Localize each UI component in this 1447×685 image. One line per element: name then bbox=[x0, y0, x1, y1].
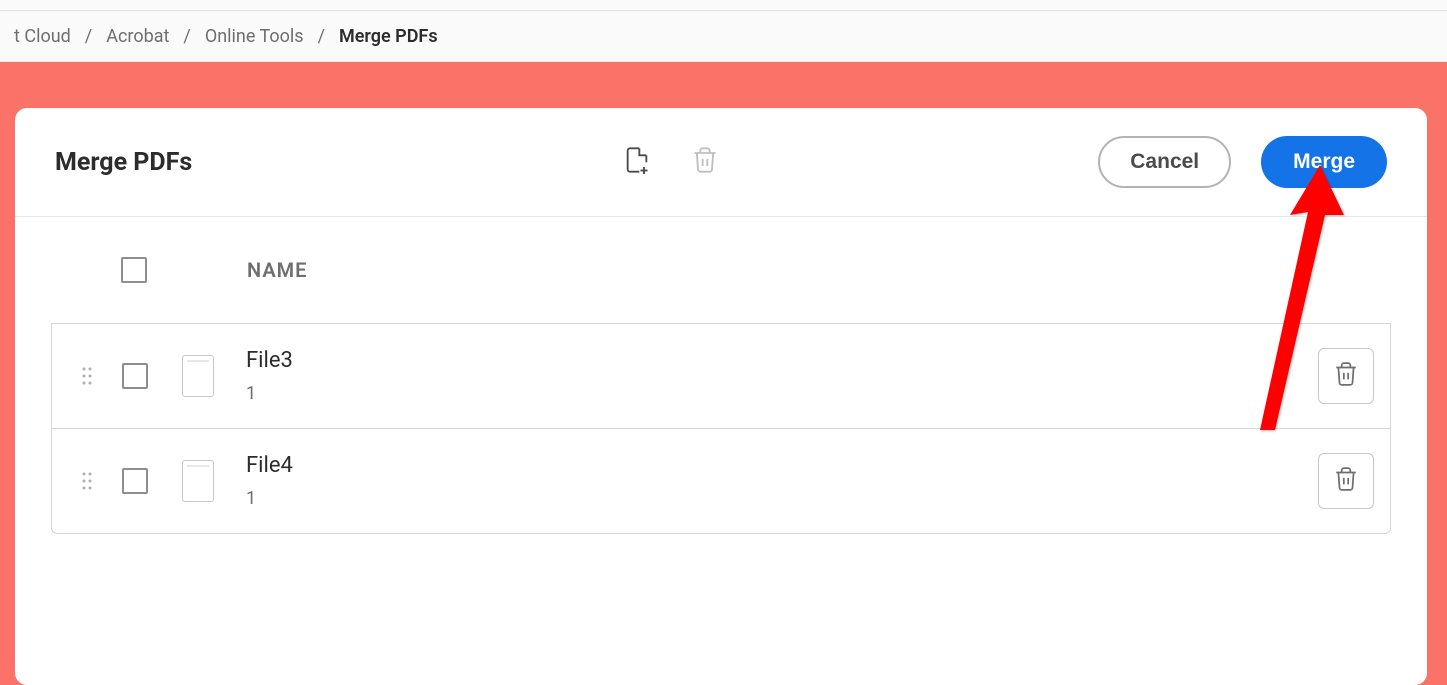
page-background: Merge PDFs bbox=[0, 62, 1447, 685]
breadcrumb-separator: / bbox=[318, 26, 325, 47]
file-list-area: NAME File3 1 bbox=[15, 217, 1427, 534]
breadcrumb-separator: / bbox=[183, 26, 190, 47]
panel-header: Merge PDFs bbox=[15, 108, 1427, 217]
breadcrumb-link-online-tools[interactable]: Online Tools bbox=[191, 26, 318, 47]
breadcrumb-link-cloud[interactable]: t Cloud bbox=[0, 26, 85, 47]
delete-file-button[interactable] bbox=[1318, 348, 1374, 404]
file-list-header: NAME bbox=[51, 257, 1391, 323]
file-row[interactable]: File4 1 bbox=[51, 429, 1391, 534]
breadcrumb-current: Merge PDFs bbox=[325, 26, 452, 47]
cancel-button[interactable]: Cancel bbox=[1098, 136, 1231, 188]
drag-handle-icon[interactable] bbox=[80, 367, 94, 385]
file-info: File3 1 bbox=[246, 348, 1318, 404]
file-info: File4 1 bbox=[246, 453, 1318, 509]
drag-handle-icon[interactable] bbox=[80, 472, 94, 490]
merge-button[interactable]: Merge bbox=[1261, 136, 1387, 188]
file-name: File4 bbox=[246, 453, 1318, 478]
breadcrumb: t Cloud / Acrobat / Online Tools / Merge… bbox=[0, 11, 1447, 62]
file-thumbnail-icon bbox=[182, 355, 214, 397]
trash-icon bbox=[1333, 361, 1359, 391]
breadcrumb-separator: / bbox=[85, 26, 92, 47]
tab-bar-strip bbox=[0, 0, 1447, 11]
file-name: File3 bbox=[246, 348, 1318, 373]
file-checkbox[interactable] bbox=[122, 468, 148, 494]
header-actions: Cancel Merge bbox=[1098, 136, 1387, 188]
page-title: Merge PDFs bbox=[55, 148, 192, 177]
file-row[interactable]: File3 1 bbox=[51, 323, 1391, 429]
trash-icon bbox=[1333, 466, 1359, 496]
file-thumbnail-icon bbox=[182, 460, 214, 502]
file-page-count: 1 bbox=[246, 488, 1318, 509]
breadcrumb-link-acrobat[interactable]: Acrobat bbox=[92, 26, 183, 47]
trash-icon bbox=[691, 146, 719, 178]
merge-panel: Merge PDFs bbox=[15, 108, 1427, 685]
delete-file-button[interactable] bbox=[1318, 453, 1374, 509]
select-all-checkbox[interactable] bbox=[121, 257, 147, 283]
header-icons bbox=[571, 146, 719, 178]
add-file-icon[interactable] bbox=[623, 146, 651, 178]
file-page-count: 1 bbox=[246, 383, 1318, 404]
file-checkbox[interactable] bbox=[122, 363, 148, 389]
name-column-header: NAME bbox=[247, 258, 307, 282]
